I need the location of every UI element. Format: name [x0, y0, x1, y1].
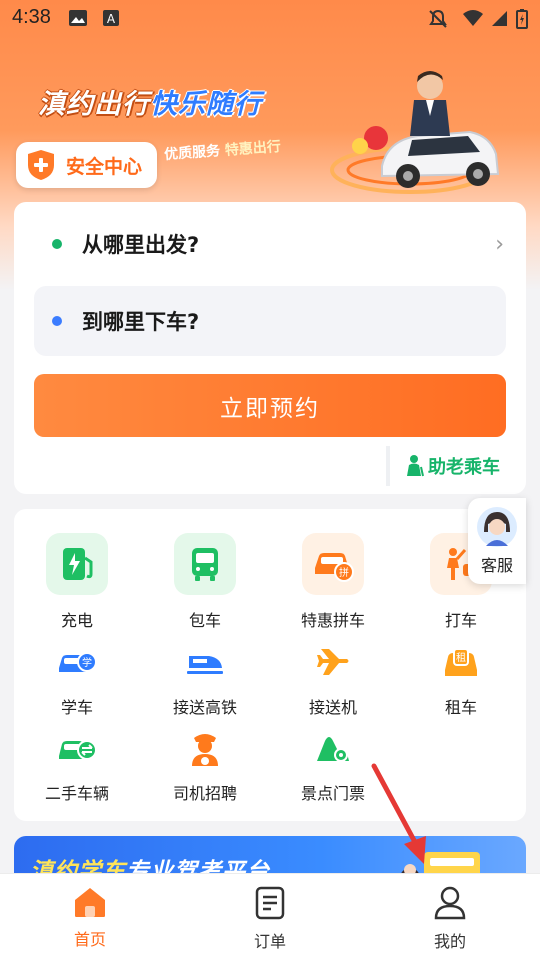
origin-label: 从哪里出发? [82, 233, 200, 257]
scenic-ticket-icon [311, 728, 355, 768]
service-label: 租车 [444, 698, 477, 717]
elderly-ride-label: 助老乘车 [428, 457, 500, 478]
service-high-speed-rail[interactable]: 接送高铁 [150, 642, 260, 718]
tab-profile-label: 我的 [433, 932, 466, 951]
wifi-icon [463, 10, 483, 26]
service-carpool[interactable]: 拼 特惠拼车 [278, 533, 388, 631]
svg-text:A: A [107, 12, 116, 26]
service-airport[interactable]: 接送机 [278, 642, 388, 718]
svg-text:租: 租 [456, 651, 466, 664]
used-car-icon [55, 728, 99, 768]
origin-dot [52, 239, 62, 249]
customer-service-label: 客服 [480, 556, 513, 575]
high-speed-rail-icon [183, 642, 227, 682]
charging-station-icon [46, 533, 108, 595]
service-used-cars[interactable]: 二手车辆 [22, 728, 132, 804]
tab-home-label: 首页 [73, 930, 106, 949]
service-label: 特惠拼车 [300, 611, 365, 630]
customer-service-button[interactable]: 客服 [468, 498, 526, 584]
profile-icon [434, 886, 466, 920]
service-label: 接送机 [308, 698, 357, 717]
svg-text:学: 学 [82, 656, 92, 669]
elderly-person-icon [407, 455, 424, 477]
tab-profile[interactable]: 我的 [360, 874, 540, 960]
driving-school-icon: 学 [55, 642, 99, 682]
slogan-part-2: 快乐随行 [150, 89, 262, 120]
signal-icon [492, 11, 507, 26]
service-label: 学车 [60, 698, 93, 717]
orders-icon [255, 886, 285, 920]
banner-slogan: 滇约出行快乐随行 [38, 82, 262, 121]
battery-icon [516, 9, 528, 29]
destination-input[interactable]: 到哪里下车? [34, 286, 506, 356]
service-label: 景点门票 [300, 784, 365, 803]
red-arrow-annotation [371, 763, 426, 864]
home-icon [75, 888, 105, 917]
status-time: 4:38 [12, 6, 51, 28]
subtitle-part-2: 特惠出行 [224, 138, 282, 159]
book-now-button[interactable]: 立即预约 [34, 374, 506, 437]
status-bar: 4:38 A [0, 0, 540, 36]
svg-text:拼: 拼 [339, 566, 349, 579]
elderly-ride-button[interactable]: 助老乘车 [386, 446, 506, 486]
service-label: 二手车辆 [44, 784, 109, 803]
car-rental-icon: 租 [439, 642, 483, 682]
destination-label: 到哪里下车? [82, 310, 200, 334]
service-label: 充电 [60, 611, 93, 630]
driver-recruit-icon [183, 728, 227, 768]
shield-plus-icon [28, 150, 54, 180]
tab-home[interactable]: 首页 [0, 874, 180, 960]
car-driver-illustration [330, 71, 500, 194]
tab-orders-label: 订单 [253, 932, 286, 951]
origin-input[interactable]: 从哪里出发? › [34, 222, 506, 266]
subtitle-part-1: 优质服务 [163, 143, 221, 164]
destination-dot [52, 316, 62, 326]
agent-avatar-icon [477, 507, 517, 547]
tab-orders[interactable]: 订单 [180, 874, 360, 960]
airplane-icon [311, 642, 355, 682]
bottom-tab-bar: 首页 订单 我的 [0, 873, 540, 960]
service-car-rental[interactable]: 租 租车 [406, 642, 516, 718]
font-app-icon: A [103, 10, 119, 26]
mute-icon [429, 9, 447, 28]
service-charter-bus[interactable]: 包车 [150, 533, 260, 631]
service-label: 司机招聘 [172, 784, 237, 803]
carpool-icon: 拼 [302, 533, 364, 595]
chevron-right-icon: › [495, 232, 504, 257]
safety-center-button[interactable]: 安全中心 [16, 142, 157, 188]
service-label: 包车 [188, 611, 221, 630]
service-label: 打车 [444, 611, 477, 630]
safety-center-label: 安全中心 [66, 155, 143, 178]
gallery-icon [69, 10, 87, 26]
service-label: 接送高铁 [172, 698, 237, 717]
service-charging[interactable]: 充电 [22, 533, 132, 631]
bus-icon [174, 533, 236, 595]
slogan-part-1: 滇约出行 [38, 89, 150, 120]
service-driving-school[interactable]: 学 学车 [22, 642, 132, 718]
service-driver-recruit[interactable]: 司机招聘 [150, 728, 260, 804]
